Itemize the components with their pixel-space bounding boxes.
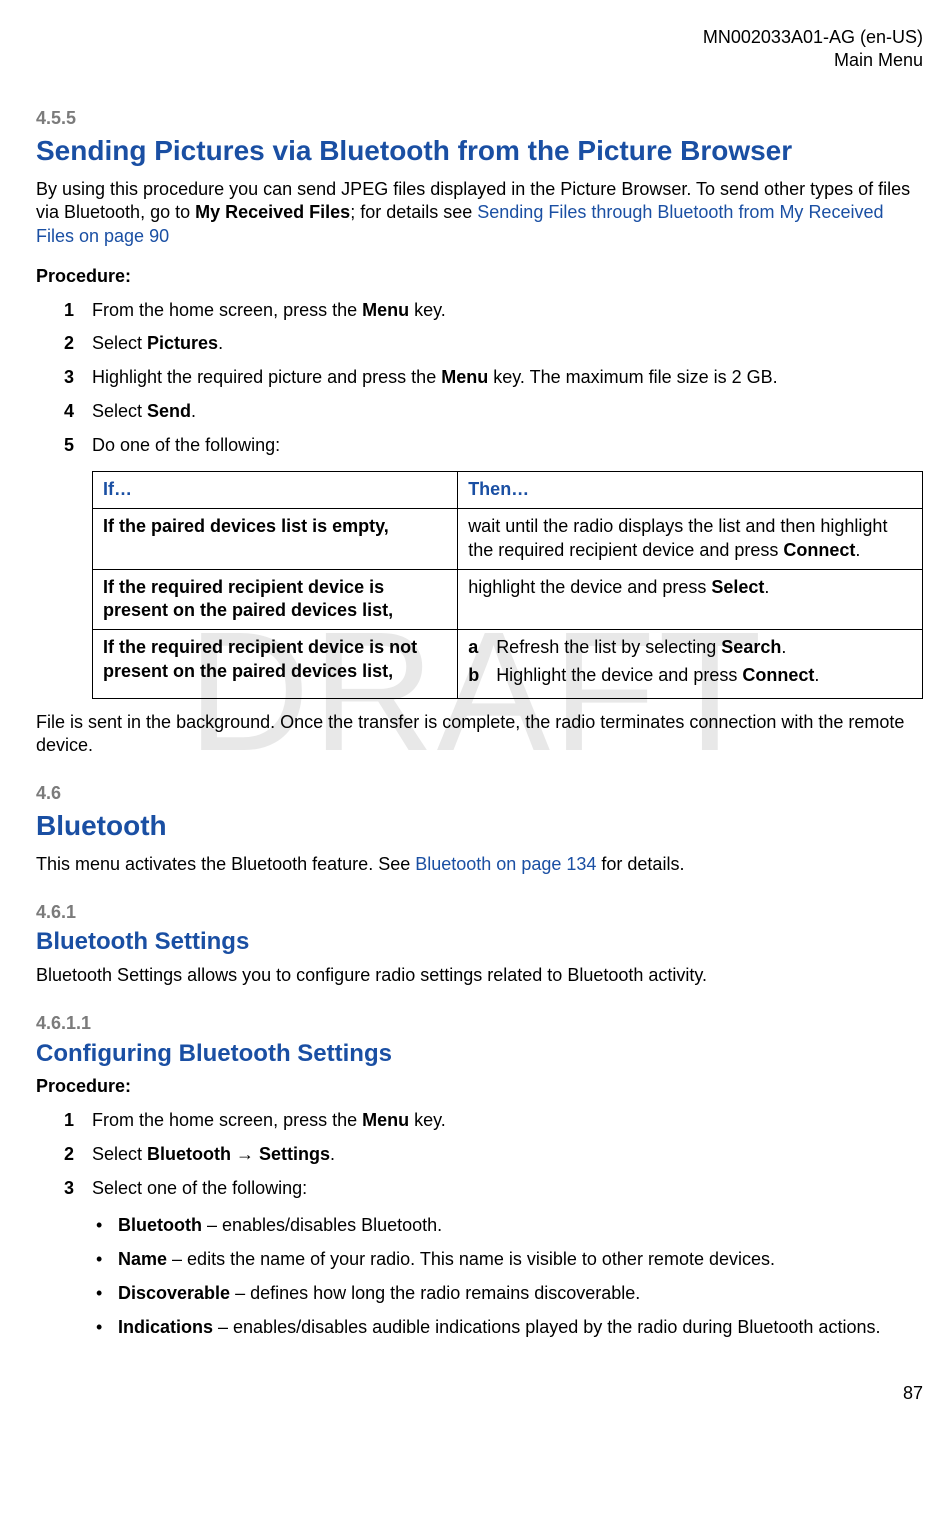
row3-a-text-a: Refresh the list by selecting [496, 637, 721, 657]
list-item: Discoverable – defines how long the radi… [96, 1282, 923, 1306]
page-number: 87 [903, 1382, 923, 1406]
step3-bold: Menu [441, 367, 488, 387]
b-step1-a: From the home screen, press the [92, 1110, 362, 1130]
step2-bold: Pictures [147, 333, 218, 353]
row1-then-bold: Connect [783, 540, 855, 560]
step-1: From the home screen, press the Menu key… [68, 1109, 923, 1133]
page-header: MN002033A01-AG (en-US) Main Menu [36, 26, 923, 71]
b-step2-arrow: → [231, 1144, 259, 1164]
main-menu-label: Main Menu [36, 49, 923, 72]
post-table-paragraph: File is sent in the background. Once the… [36, 711, 923, 759]
bullet3-rest: – defines how long the radio remains dis… [230, 1283, 640, 1303]
step2-a: Select [92, 333, 147, 353]
b-step2-b: . [330, 1144, 335, 1164]
b-step2-bold1: Bluetooth [147, 1144, 231, 1164]
section-number: 4.5.5 [36, 107, 923, 131]
step4-b: . [191, 401, 196, 421]
then-header: Then… [458, 472, 923, 509]
step4-a: Select [92, 401, 147, 421]
row1-then-b: . [855, 540, 860, 560]
row3-b-text-a: Highlight the device and press [496, 665, 742, 685]
section-heading: Sending Pictures via Bluetooth from the … [36, 133, 923, 170]
if-header: If… [93, 472, 458, 509]
step-2: Select Bluetooth → Settings. [68, 1143, 923, 1167]
section-heading: Bluetooth [36, 808, 923, 845]
bullet1-bold: Bluetooth [118, 1215, 202, 1235]
step1-bold: Menu [362, 300, 409, 320]
intro-bold: My Received Files [195, 202, 350, 222]
bullet3-bold: Discoverable [118, 1283, 230, 1303]
section-heading: Bluetooth Settings [36, 926, 923, 958]
row1-if: If the paired devices list is empty, [93, 509, 458, 570]
b-step1-bold: Menu [362, 1110, 409, 1130]
bullet4-rest: – enables/disables audible indications p… [213, 1317, 880, 1337]
sec46-text-a: This menu activates the Bluetooth featur… [36, 854, 415, 874]
intro-paragraph: By using this procedure you can send JPE… [36, 178, 923, 249]
procedure-label: Procedure: [36, 1075, 923, 1099]
section-4-6-1: 4.6.1 Bluetooth Settings Bluetooth Setti… [36, 901, 923, 988]
sec46-link[interactable]: Bluetooth on page 134 [415, 854, 596, 874]
row3-sub-b: b Highlight the device and press Connect. [468, 664, 912, 688]
row3-b-bold: Connect [742, 665, 814, 685]
step1-a: From the home screen, press the [92, 300, 362, 320]
step-2: Select Pictures. [68, 332, 923, 356]
table-row: If the required recipient device is not … [93, 630, 923, 699]
row3-sub-a: a Refresh the list by selecting Search. [468, 636, 912, 660]
bullet4-bold: Indications [118, 1317, 213, 1337]
section-heading: Configuring Bluetooth Settings [36, 1038, 923, 1070]
row2-then-b: . [764, 577, 769, 597]
sec461-paragraph: Bluetooth Settings allows you to configu… [36, 964, 923, 988]
section-number: 4.6.1 [36, 901, 923, 925]
list-item: Bluetooth – enables/disables Bluetooth. [96, 1214, 923, 1238]
row2-then: highlight the device and press Select. [458, 569, 923, 630]
row2-then-a: highlight the device and press [468, 577, 711, 597]
table-row: If the paired devices list is empty, wai… [93, 509, 923, 570]
procedure-steps: From the home screen, press the Menu key… [36, 299, 923, 458]
if-then-table: If… Then… If the paired devices list is … [92, 471, 923, 698]
row3-a-bold: Search [721, 637, 781, 657]
bullet2-bold: Name [118, 1249, 167, 1269]
step-3: Highlight the required picture and press… [68, 366, 923, 390]
intro-text-b: ; for details see [350, 202, 477, 222]
row1-then: wait until the radio displays the list a… [458, 509, 923, 570]
step3-b: key. The maximum file size is 2 GB. [488, 367, 777, 387]
section-number: 4.6.1.1 [36, 1012, 923, 1036]
row2-then-bold: Select [711, 577, 764, 597]
bullet1-rest: – enables/disables Bluetooth. [202, 1215, 442, 1235]
b-step2-a: Select [92, 1144, 147, 1164]
procedure-label: Procedure: [36, 265, 923, 289]
row2-if: If the required recipient device is pres… [93, 569, 458, 630]
step2-b: . [218, 333, 223, 353]
row3-b-text-b: . [814, 665, 819, 685]
doc-id: MN002033A01-AG (en-US) [36, 26, 923, 49]
step-1: From the home screen, press the Menu key… [68, 299, 923, 323]
section-number: 4.6 [36, 782, 923, 806]
b-step1-b: key. [409, 1110, 446, 1130]
step-4: Select Send. [68, 400, 923, 424]
list-item: Indications – enables/disables audible i… [96, 1316, 923, 1340]
sec46-paragraph: This menu activates the Bluetooth featur… [36, 853, 923, 877]
procedure-steps: From the home screen, press the Menu key… [36, 1109, 923, 1200]
sub-letter-b: b [468, 664, 479, 688]
row3-if: If the required recipient device is not … [93, 630, 458, 699]
section-4-5-5: 4.5.5 Sending Pictures via Bluetooth fro… [36, 107, 923, 758]
list-item: Name – edits the name of your radio. Thi… [96, 1248, 923, 1272]
step-3: Select one of the following: [68, 1177, 923, 1201]
sec46-text-b: for details. [596, 854, 684, 874]
table-row: If the required recipient device is pres… [93, 569, 923, 630]
b-step2-bold2: Settings [259, 1144, 330, 1164]
step3-a: Highlight the required picture and press… [92, 367, 441, 387]
row3-a-text-b: . [781, 637, 786, 657]
sub-letter-a: a [468, 636, 478, 660]
step-5: Do one of the following: [68, 434, 923, 458]
row3-then: a Refresh the list by selecting Search. b… [458, 630, 923, 699]
section-4-6: 4.6 Bluetooth This menu activates the Bl… [36, 782, 923, 876]
bullet-list: Bluetooth – enables/disables Bluetooth. … [36, 1214, 923, 1339]
section-4-6-1-1: 4.6.1.1 Configuring Bluetooth Settings P… [36, 1012, 923, 1339]
step4-bold: Send [147, 401, 191, 421]
step1-b: key. [409, 300, 446, 320]
bullet2-rest: – edits the name of your radio. This nam… [167, 1249, 775, 1269]
